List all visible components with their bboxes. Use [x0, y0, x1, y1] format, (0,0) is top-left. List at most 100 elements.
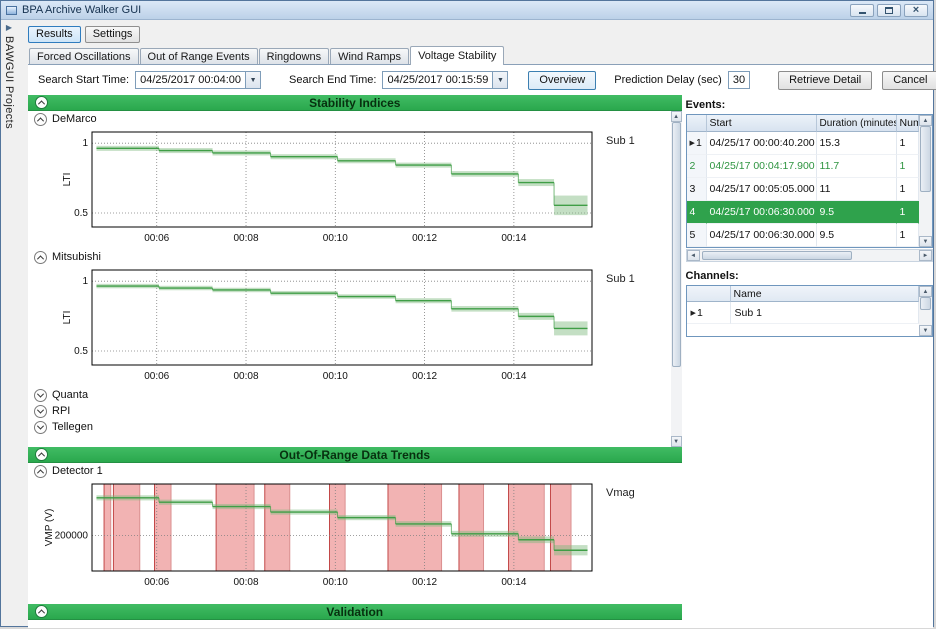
cell-start[interactable]: 04/25/17 00:00:40.200 — [706, 132, 817, 155]
cell-num[interactable]: 1 — [896, 178, 919, 201]
scroll-track[interactable] — [700, 250, 919, 261]
cell-num[interactable]: 1 — [896, 155, 919, 178]
projects-sidebar[interactable]: ▶ BAWGUI Projects — [1, 20, 17, 628]
scroll-up-icon[interactable]: ▲ — [919, 115, 932, 126]
cell-duration[interactable]: 11.7 — [816, 155, 897, 178]
scroll-down-icon[interactable]: ▼ — [670, 436, 682, 447]
row-header[interactable]: 2 — [686, 155, 707, 178]
search-end-dropdown-icon[interactable]: ▼ — [492, 72, 508, 88]
detector1-chart-row: 00:06 00:08 00:10 00:12 00:14 200000 VMP (V) V… — [40, 479, 682, 593]
svg-text:00:10: 00:10 — [323, 371, 348, 382]
expander-detector1[interactable]: Detector 1 — [28, 463, 682, 479]
tab-wind-ramps[interactable]: Wind Ramps — [330, 48, 410, 64]
events-table-row[interactable]: 5 04/25/17 00:06:30.000 9.5 1 — [686, 224, 919, 247]
cell-num[interactable]: 1 — [896, 224, 919, 247]
search-start-picker[interactable]: 04/25/2017 00:04:00 ▼ — [135, 71, 262, 89]
tab-strip: Forced Oscillations Out of Range Events … — [28, 46, 933, 65]
expander-demarco[interactable]: DeMarco — [28, 111, 669, 127]
prediction-delay-input[interactable]: 30 — [727, 71, 751, 89]
row-header[interactable]: 4 — [686, 201, 707, 224]
column-header-num[interactable]: Num — [896, 115, 919, 132]
cell-duration[interactable]: 11 — [816, 178, 897, 201]
events-vscrollbar[interactable]: ▲ ▼ — [919, 115, 932, 247]
tab-forced-oscillations[interactable]: Forced Oscillations — [29, 48, 139, 64]
cell-duration[interactable]: 9.5 — [816, 224, 897, 247]
maximize-button[interactable] — [877, 3, 901, 17]
scroll-down-icon[interactable]: ▼ — [919, 325, 932, 336]
expander-quanta[interactable]: Quanta — [28, 387, 669, 403]
scroll-thumb[interactable] — [701, 251, 852, 260]
tab-out-of-range-events[interactable]: Out of Range Events — [139, 48, 258, 64]
minimize-button[interactable] — [850, 3, 874, 17]
events-table-row[interactable]: ▶ 1 04/25/17 00:00:40.200 15.3 1 — [686, 132, 919, 155]
row-header[interactable]: ▶ 1 — [686, 132, 707, 155]
scroll-right-icon[interactable]: ► — [919, 250, 932, 261]
validation-collapse-button[interactable] — [35, 605, 48, 618]
cell-duration[interactable]: 15.3 — [816, 132, 897, 155]
cell-start[interactable]: 04/25/17 00:06:30.000 — [706, 224, 817, 247]
expander-rpi[interactable]: RPI — [28, 403, 669, 419]
cancel-button[interactable]: Cancel — [882, 70, 936, 90]
stability-collapse-button[interactable] — [35, 96, 48, 109]
tab-ringdowns[interactable]: Ringdowns — [258, 48, 330, 64]
detector1-collapse-button[interactable] — [34, 464, 47, 478]
scroll-track[interactable] — [919, 297, 932, 325]
scroll-track[interactable] — [919, 126, 932, 236]
scroll-left-icon[interactable]: ◄ — [686, 250, 700, 261]
cell-start[interactable]: 04/25/17 00:04:17.900 — [706, 155, 817, 178]
validation-title: Validation — [326, 604, 384, 619]
search-end-value[interactable]: 04/25/2017 00:15:59 — [383, 72, 492, 88]
tab-voltage-stability[interactable]: Voltage Stability — [410, 46, 505, 65]
results-button[interactable]: Results — [28, 25, 81, 43]
search-end-picker[interactable]: 04/25/2017 00:15:59 ▼ — [382, 71, 509, 89]
cell-name[interactable]: Sub 1 — [730, 302, 919, 324]
close-button[interactable]: × — [904, 3, 928, 17]
cell-start[interactable]: 04/25/17 00:06:30.000 — [706, 201, 817, 224]
stability-vscrollbar[interactable]: ▲ ▼ — [670, 111, 682, 447]
column-header-duration[interactable]: Duration (minutes) — [816, 115, 897, 132]
mitsubishi-collapse-button[interactable] — [34, 250, 47, 264]
title-bar[interactable]: BPA Archive Walker GUI × — [1, 1, 933, 20]
scroll-track[interactable] — [671, 122, 682, 436]
overview-button[interactable]: Overview — [528, 70, 597, 90]
scroll-down-icon[interactable]: ▼ — [919, 236, 932, 247]
row-header[interactable]: 3 — [686, 178, 707, 201]
scroll-up-icon[interactable]: ▲ — [919, 286, 932, 297]
svg-text:VMP (V): VMP (V) — [44, 509, 55, 547]
scroll-thumb[interactable] — [671, 122, 681, 367]
events-table-row[interactable]: 2 04/25/17 00:04:17.900 11.7 1 — [686, 155, 919, 178]
events-table-row[interactable]: 4 04/25/17 00:06:30.000 9.5 1 — [686, 201, 919, 224]
scroll-thumb[interactable] — [920, 126, 931, 192]
expander-tellegen[interactable]: Tellegen — [28, 419, 669, 435]
detector1-label: Detector 1 — [52, 465, 103, 477]
column-header-start[interactable]: Start — [706, 115, 817, 132]
settings-button[interactable]: Settings — [84, 25, 141, 43]
svg-text:00:14: 00:14 — [501, 371, 526, 382]
quanta-expand-button[interactable] — [34, 388, 47, 402]
scroll-thumb[interactable] — [920, 297, 931, 310]
cell-num[interactable]: 1 — [896, 201, 919, 224]
chevron-down-icon — [36, 406, 45, 414]
demarco-collapse-button[interactable] — [34, 112, 47, 126]
cell-num[interactable]: 1 — [896, 132, 919, 155]
column-header-name[interactable]: Name — [730, 286, 919, 302]
rpi-expand-button[interactable] — [34, 404, 47, 418]
events-hscrollbar[interactable]: ◄ ► — [685, 249, 933, 262]
retrieve-detail-button[interactable]: Retrieve Detail — [778, 70, 873, 90]
search-start-value[interactable]: 04/25/2017 00:04:00 — [136, 72, 245, 88]
expander-mitsubishi[interactable]: Mitsubishi — [28, 249, 669, 265]
sidebar-expander-icon[interactable]: ▶ — [6, 23, 12, 33]
svg-text:00:08: 00:08 — [234, 577, 259, 588]
row-header[interactable]: 5 — [686, 224, 707, 247]
cell-start[interactable]: 04/25/17 00:05:05.000 — [706, 178, 817, 201]
events-table-row[interactable]: 3 04/25/17 00:05:05.000 11 1 — [686, 178, 919, 201]
tellegen-expand-button[interactable] — [34, 420, 47, 434]
sidebar-label[interactable]: BAWGUI Projects — [3, 36, 15, 129]
cell-duration[interactable]: 9.5 — [816, 201, 897, 224]
search-start-dropdown-icon[interactable]: ▼ — [245, 72, 261, 88]
channels-table-row[interactable]: ▶ 1 Sub 1 — [686, 302, 919, 324]
oor-collapse-button[interactable] — [35, 448, 48, 461]
row-header[interactable]: ▶ 1 — [686, 302, 731, 324]
scroll-up-icon[interactable]: ▲ — [670, 111, 682, 122]
channels-vscrollbar[interactable]: ▲ ▼ — [919, 286, 932, 336]
